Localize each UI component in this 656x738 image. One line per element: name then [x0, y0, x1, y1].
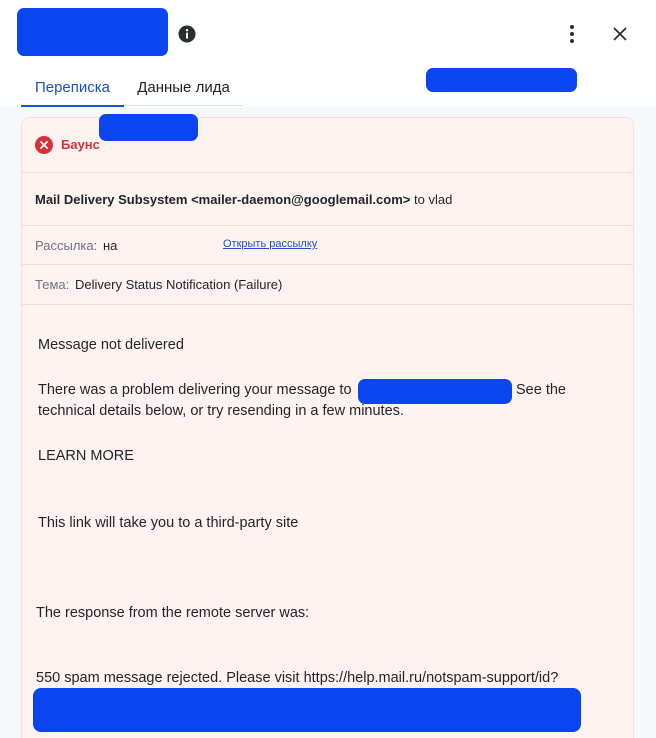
mailing-prefix: на — [103, 238, 118, 253]
status-badge: Баунс — [61, 137, 100, 152]
tab-lead-data[interactable]: Данные лида — [124, 70, 243, 106]
body-line-see-the: See the — [516, 382, 566, 398]
redacted-support-id — [33, 688, 581, 732]
tab-bar: Переписка Данные лида — [21, 70, 243, 107]
body-line-550: 550 spam message rejected. Please visit … — [36, 670, 559, 686]
body-line-not-delivered: Message not delivered — [38, 337, 184, 353]
redacted-recipient — [426, 68, 577, 92]
open-mailing-link[interactable]: Открыть рассылку — [223, 238, 317, 250]
subject-value: Delivery Status Notification (Failure) — [75, 277, 283, 292]
from-line: Mail Delivery Subsystem <mailer-daemon@g… — [35, 192, 452, 207]
subject-row: Тема: Delivery Status Notification (Fail… — [22, 265, 633, 305]
body-line-problem: There was a problem delivering your mess… — [38, 382, 352, 398]
body-line-response: The response from the remote server was: — [36, 605, 310, 621]
body-line-third-party: This link will take you to a third-party… — [38, 515, 299, 531]
mailing-label: Рассылка: — [35, 238, 98, 253]
body-line-technical: technical details below, or try resendin… — [38, 403, 404, 419]
learn-more-link[interactable]: LEARN MORE — [38, 446, 134, 467]
close-icon[interactable] — [608, 22, 632, 46]
info-icon[interactable] — [178, 25, 196, 43]
from-row: Mail Delivery Subsystem <mailer-daemon@g… — [22, 173, 633, 226]
clipped-text-line — [36, 733, 616, 738]
sender-address: Mail Delivery Subsystem <mailer-daemon@g… — [35, 192, 411, 207]
redacted-lead-name — [17, 8, 168, 56]
error-circle-icon — [35, 136, 53, 154]
panel-header — [0, 0, 656, 66]
redacted-mailing-name — [99, 114, 198, 141]
message-card: Баунс Mail Delivery Subsystem <mailer-da… — [21, 117, 634, 738]
mailing-row: Рассылка: на Открыть рассылку — [22, 226, 633, 265]
recipient-prefix: to vlad — [414, 192, 453, 207]
more-options-icon[interactable] — [560, 22, 584, 46]
subject-label: Тема: — [35, 277, 70, 292]
tab-correspondence[interactable]: Переписка — [21, 70, 124, 107]
